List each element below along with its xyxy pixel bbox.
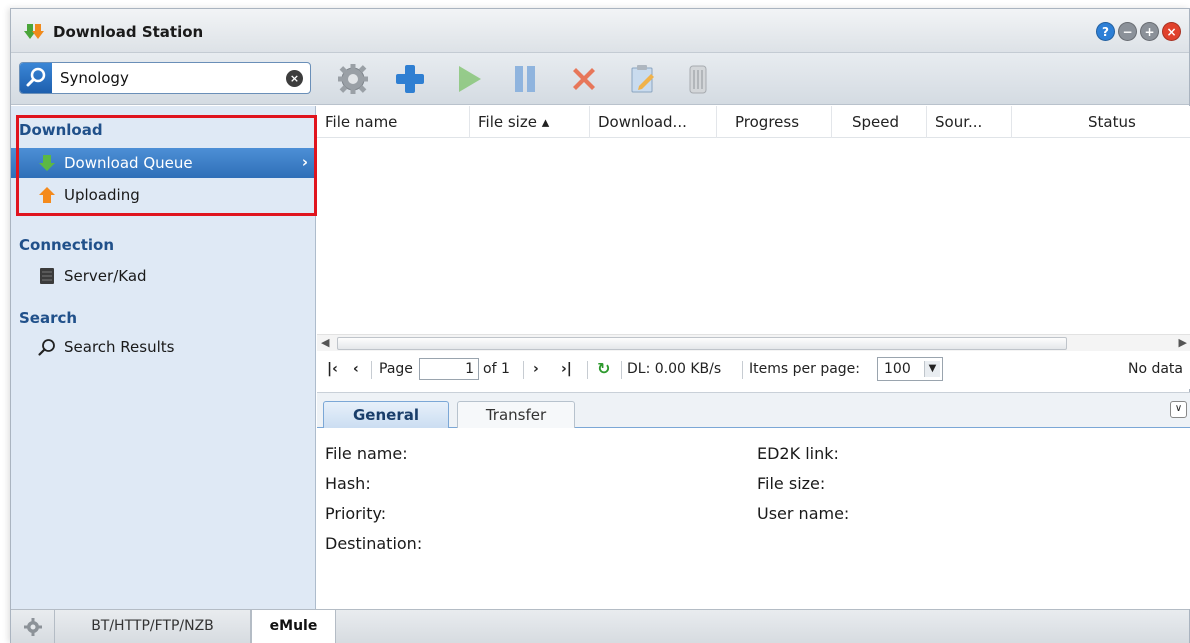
last-page-icon[interactable]: ›| [561, 361, 572, 377]
column-file-size[interactable]: File size ▴ [470, 106, 590, 138]
help-icon[interactable]: ? [1096, 22, 1115, 41]
download-list-header: File name File size ▴ Download... Progre… [317, 106, 1190, 138]
items-per-page-value: 100 [884, 361, 911, 377]
scrollbar-thumb[interactable] [337, 337, 1067, 350]
download-station-icon [24, 24, 44, 39]
search-button[interactable] [20, 63, 52, 93]
add-icon[interactable] [393, 62, 427, 96]
tab-general[interactable]: General [323, 401, 449, 430]
first-page-icon[interactable]: |‹ [327, 361, 338, 377]
field-hash: Hash: [325, 474, 371, 493]
pagination-bar: |‹ ‹ Page 1 of 1 › ›| ↻ DL: 0.00 KB/s It… [317, 351, 1190, 389]
details-panel: File name: Hash: Priority: Destination: … [317, 428, 1190, 609]
divider [587, 361, 588, 379]
refresh-icon[interactable]: ↻ [597, 359, 610, 378]
sidebar-item-server-kad[interactable]: Server/Kad [11, 261, 314, 291]
maximize-icon[interactable]: + [1140, 22, 1159, 41]
download-arrow-icon [39, 155, 55, 171]
pause-icon[interactable] [508, 62, 542, 96]
column-status[interactable]: Status [1012, 106, 1190, 138]
items-per-page-label: Items per page: [749, 361, 861, 377]
column-progress[interactable]: Progress [717, 106, 832, 138]
field-file-size: File size: [757, 474, 826, 493]
chevron-down-icon[interactable]: ▼ [924, 361, 940, 377]
field-destination: Destination: [325, 534, 423, 553]
items-per-page-select[interactable]: 100 ▼ [877, 357, 943, 381]
download-speed: DL: 0.00 KB/s [627, 361, 722, 377]
column-speed[interactable]: Speed [832, 106, 927, 138]
sidebar-item-uploading[interactable]: Uploading [11, 180, 314, 210]
search-input[interactable] [60, 67, 280, 89]
horizontal-scrollbar[interactable]: ◀ ▶ [317, 334, 1190, 351]
column-sources[interactable]: Sour... [927, 106, 1012, 138]
window-controls: ? − + × [1096, 22, 1181, 41]
sidebar-item-label: Download Queue [64, 154, 193, 172]
previous-page-icon[interactable]: ‹ [353, 361, 359, 377]
protocol-tab-bar: BT/HTTP/FTP/NZB eMule [11, 609, 1189, 643]
sidebar-section-download: Download [19, 121, 103, 139]
search-icon [38, 339, 55, 356]
search-box[interactable]: × [19, 62, 311, 94]
page-input[interactable]: 1 [419, 358, 479, 380]
title-bar: Download Station ? − + × [11, 9, 1189, 53]
search-icon [26, 67, 46, 87]
tab-emule[interactable]: eMule [251, 610, 336, 643]
app-title: Download Station [53, 23, 204, 41]
tab-bt-http-ftp-nzb[interactable]: BT/HTTP/FTP/NZB [55, 610, 251, 643]
server-icon [40, 268, 54, 284]
clear-icon[interactable] [681, 62, 715, 96]
sidebar-item-label: Server/Kad [64, 267, 147, 285]
sidebar-item-download-queue[interactable]: Download Queue › [11, 148, 314, 178]
column-file-name[interactable]: File name [317, 106, 470, 138]
field-file-name: File name: [325, 444, 408, 463]
divider [523, 361, 524, 379]
toolbar: × [11, 53, 1189, 105]
download-station-window: Download Station ? − + × × [10, 8, 1190, 643]
field-priority: Priority: [325, 504, 387, 523]
gear-icon [23, 618, 42, 636]
scroll-left-icon[interactable]: ◀ [321, 336, 329, 349]
next-page-icon[interactable]: › [533, 361, 539, 377]
sidebar: Download Download Queue › Uploading Conn… [11, 106, 316, 609]
resume-icon[interactable] [451, 62, 485, 96]
settings-gear-button[interactable] [11, 610, 55, 643]
details-tab-bar: General Transfer ∨ [317, 392, 1190, 430]
field-ed2k-link: ED2K link: [757, 444, 839, 463]
sidebar-item-label: Uploading [64, 186, 140, 204]
sidebar-section-connection: Connection [19, 236, 115, 254]
tab-transfer[interactable]: Transfer [457, 401, 575, 429]
clear-search-icon[interactable]: × [286, 70, 303, 87]
sidebar-section-search: Search [19, 309, 78, 327]
minimize-icon[interactable]: − [1118, 22, 1137, 41]
no-data-status: No data [1127, 361, 1183, 377]
page-count: of 1 [483, 361, 510, 377]
upload-arrow-icon [39, 187, 55, 203]
sidebar-item-label: Search Results [64, 338, 175, 356]
divider [621, 361, 622, 379]
chevron-right-icon: › [301, 153, 308, 171]
edit-icon[interactable] [625, 62, 659, 96]
divider [371, 361, 372, 379]
divider [742, 361, 743, 379]
download-list[interactable] [317, 138, 1190, 334]
column-downloaded[interactable]: Download... [590, 106, 717, 138]
settings-icon[interactable] [336, 62, 370, 96]
page-label: Page [379, 361, 413, 377]
delete-icon[interactable] [567, 62, 601, 96]
scroll-right-icon[interactable]: ▶ [1179, 336, 1187, 349]
sidebar-item-search-results[interactable]: Search Results [11, 332, 314, 362]
close-icon[interactable]: × [1162, 22, 1181, 41]
collapse-icon[interactable]: ∨ [1170, 401, 1187, 418]
field-user-name: User name: [757, 504, 850, 523]
